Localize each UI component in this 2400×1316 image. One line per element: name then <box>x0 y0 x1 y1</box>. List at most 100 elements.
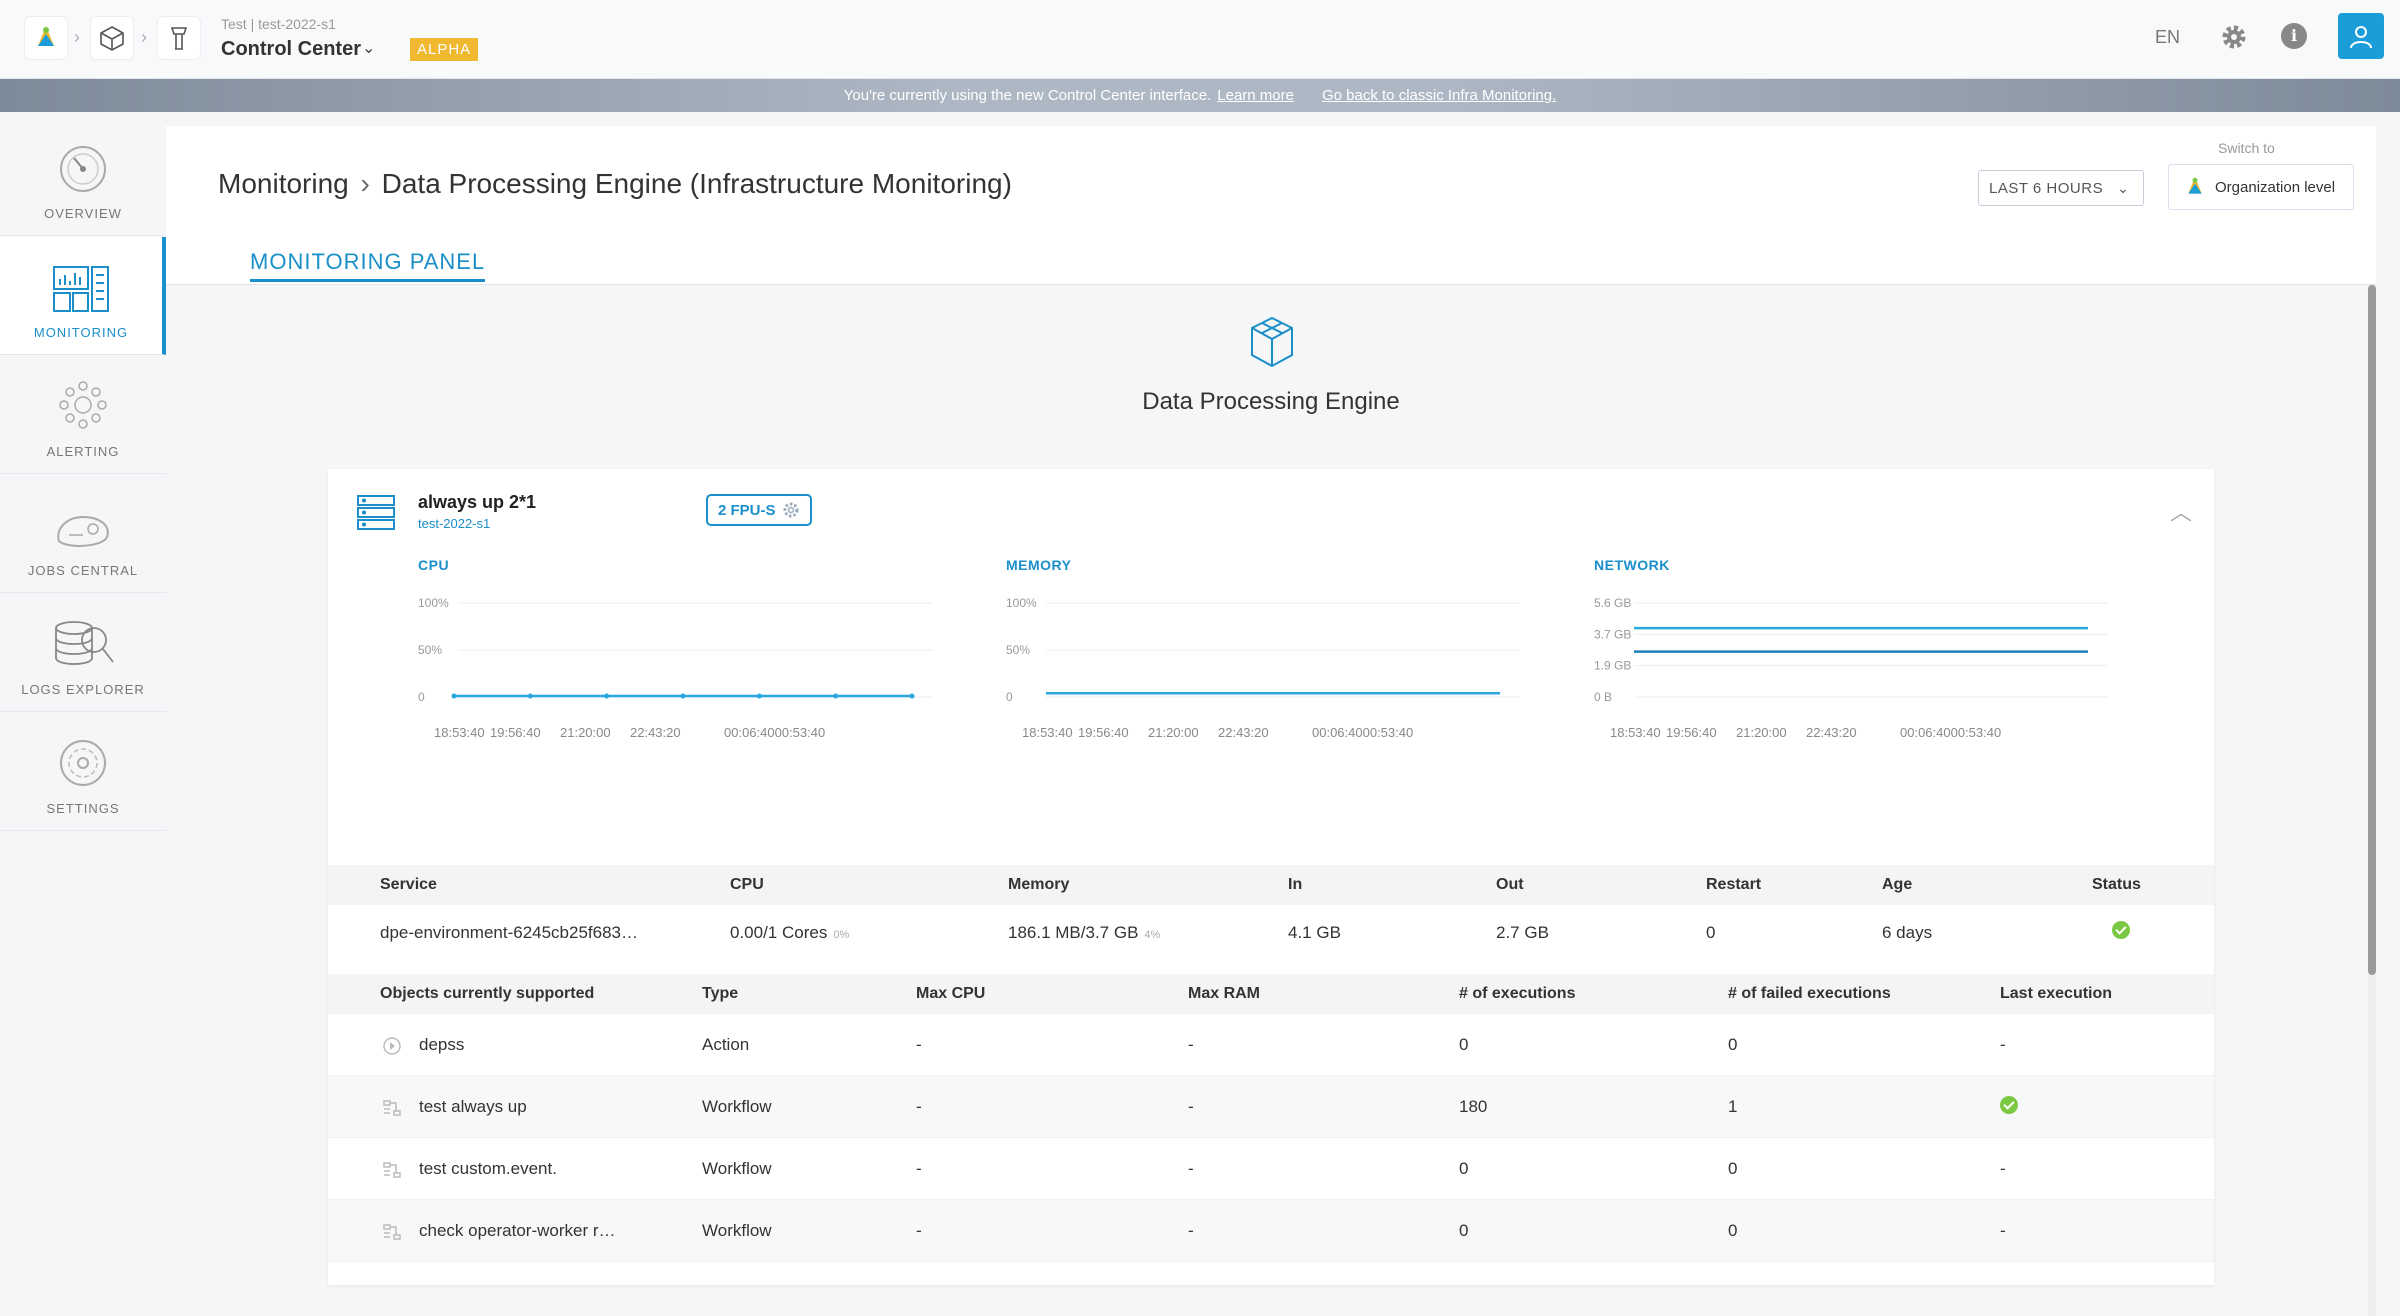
user-avatar[interactable] <box>2338 13 2384 59</box>
fpu-badge[interactable]: 2 FPU-S <box>706 494 812 526</box>
object-max-ram: - <box>1188 1159 1194 1178</box>
monitoring-content: Data Processing Engine always up 2*1 tes… <box>166 285 2376 1316</box>
object-failed: 1 <box>1728 1097 1738 1116</box>
object-executions: 0 <box>1459 1035 1469 1054</box>
language-selector[interactable]: EN <box>2155 27 2180 48</box>
chevron-right-icon: › <box>360 168 370 199</box>
learn-more-link[interactable]: Learn more <box>1217 87 1294 104</box>
column-header: Max CPU <box>916 985 986 1002</box>
object-failed: 0 <box>1728 1035 1738 1054</box>
table-row[interactable]: test custom.event. Workflow - - 0 0 - <box>328 1138 2214 1200</box>
x-tick-label: 22:43:20 <box>630 725 681 740</box>
breadcrumb-root[interactable]: Monitoring <box>218 168 349 199</box>
sidebar-item-alerting[interactable]: ALERTING <box>0 356 166 474</box>
gear-icon <box>783 502 799 518</box>
table-row: dpe-environment-6245cb25f683… 0.00/1 Cor… <box>328 905 2214 965</box>
x-tick-label: 19:56:40 <box>1666 725 1717 740</box>
object-max-cpu: - <box>916 1221 922 1240</box>
scrollbar-thumb[interactable] <box>2368 285 2376 975</box>
info-icon[interactable]: i <box>2281 23 2307 49</box>
x-tick-label: 21:20:00 <box>1736 725 1787 740</box>
tab-monitoring-panel[interactable]: MONITORING PANEL <box>250 249 486 282</box>
object-max-cpu: - <box>916 1159 922 1178</box>
table-row[interactable]: depss Action - - 0 0 - <box>328 1014 2214 1076</box>
alpha-badge: ALPHA <box>410 38 479 61</box>
column-header: # of executions <box>1459 985 1576 1002</box>
service-table-header: Service CPU Memory In Out Restart Age St… <box>328 865 2214 905</box>
organization-level-label: Organization level <box>2215 178 2336 196</box>
engine-title: Data Processing Engine <box>1142 388 1400 415</box>
server-icon <box>357 495 395 530</box>
control-tower-icon[interactable] <box>157 16 201 60</box>
x-tick-label: 00:06:4000:53:40 <box>1312 725 1413 740</box>
y-tick-label: 5.6 GB <box>1594 596 1631 610</box>
network-chart-svg: 5.6 GB 3.7 GB 1.9 GB 0 B 18:53:40 19:56:40 21:… <box>1594 596 2108 740</box>
x-tick-label: 19:56:40 <box>1078 725 1129 740</box>
x-tick-label: 21:20:00 <box>560 725 611 740</box>
object-failed: 0 <box>1728 1221 1738 1240</box>
object-executions: 0 <box>1459 1159 1469 1178</box>
logs-icon <box>55 621 114 665</box>
classic-monitoring-link[interactable]: Go back to classic Infra Monitoring. <box>1322 87 1556 104</box>
jobs-icon <box>57 515 109 547</box>
y-tick-label: 100% <box>418 596 449 610</box>
column-header: Out <box>1496 876 1524 893</box>
chart-title: NETWORK <box>1594 557 1670 573</box>
objects-table-header: Objects currently supported Type Max CPU… <box>328 974 2214 1014</box>
sidebar-item-jobs-central[interactable]: JOBS CENTRAL <box>0 475 166 593</box>
chevron-down-icon[interactable]: ⌄ <box>362 38 375 58</box>
chevron-down-icon: ⌄ <box>2117 179 2130 196</box>
app-logo-icon[interactable] <box>24 16 68 60</box>
app-switcher-label[interactable]: Control Center <box>221 38 361 61</box>
sidebar-item-label: MONITORING <box>33 325 129 340</box>
environment-project[interactable]: test-2022-s1 <box>418 516 490 531</box>
sidebar-item-monitoring[interactable]: MONITORING <box>0 237 166 355</box>
top-bar: › › Test | test-2022-s1 Control Center ⌄… <box>0 0 2400 79</box>
object-name: depss <box>419 1035 465 1054</box>
scrollbar[interactable] <box>2368 285 2376 1316</box>
service-name[interactable]: dpe-environment-6245cb25f683… <box>380 923 638 943</box>
service-out: 2.7 GB <box>1496 923 1549 942</box>
cpu-value: 0.00/1 Cores <box>730 923 828 942</box>
time-range-select[interactable]: LAST 6 HOURS ⌄ <box>1978 170 2144 206</box>
gear-icon[interactable] <box>2219 22 2249 52</box>
time-range-label: LAST 6 HOURS <box>1989 179 2104 197</box>
object-max-ram: - <box>1188 1221 1194 1240</box>
column-header: Max RAM <box>1188 985 1261 1002</box>
service-in: 4.1 GB <box>1288 923 1341 942</box>
object-last-execution: - <box>2000 1035 2006 1054</box>
column-header: Restart <box>1706 876 1762 893</box>
column-header: Age <box>1882 876 1913 893</box>
data-point <box>604 693 610 699</box>
breadcrumb: Monitoring › Data Processing Engine (Inf… <box>218 168 1012 200</box>
fpu-label: 2 FPU-S <box>718 501 776 519</box>
table-row[interactable]: test always up Workflow - - 180 1 <box>328 1076 2214 1138</box>
column-header: CPU <box>730 876 764 893</box>
x-tick-label: 19:56:40 <box>490 725 541 740</box>
y-tick-label: 0 <box>418 690 425 704</box>
column-header: In <box>1288 876 1303 893</box>
project-cube-icon[interactable] <box>90 16 134 60</box>
column-header: Service <box>380 876 437 893</box>
sidebar-item-overview[interactable]: OVERVIEW <box>0 118 166 236</box>
data-point <box>909 693 915 699</box>
organization-level-button[interactable]: Organization level <box>2168 164 2354 210</box>
object-max-ram: - <box>1188 1097 1194 1116</box>
x-tick-label: 00:06:4000:53:40 <box>1900 725 2001 740</box>
x-tick-label: 18:53:40 <box>1022 725 1073 740</box>
y-tick-label: 1.9 GB <box>1594 659 1631 673</box>
data-point <box>451 693 457 699</box>
memory-percent: 4% <box>1144 929 1161 941</box>
column-header: Type <box>702 985 739 1002</box>
y-tick-label: 3.7 GB <box>1594 627 1631 641</box>
sidebar-item-settings[interactable]: SETTINGS <box>0 713 166 831</box>
switch-to-label: Switch to <box>2218 140 2275 156</box>
table-row[interactable]: check operator-worker r… Workflow - - 0 … <box>328 1200 2214 1262</box>
settings-icon <box>60 740 106 786</box>
sidebar-item-label: OVERVIEW <box>44 206 122 221</box>
object-failed: 0 <box>1728 1159 1738 1178</box>
chart-title: CPU <box>418 557 450 573</box>
sidebar-item-logs-explorer[interactable]: LOGS EXPLORER <box>0 594 166 712</box>
collapse-chevron-up-icon[interactable]: ︿ <box>2170 495 2192 527</box>
engine-cube-icon <box>1251 316 1293 368</box>
